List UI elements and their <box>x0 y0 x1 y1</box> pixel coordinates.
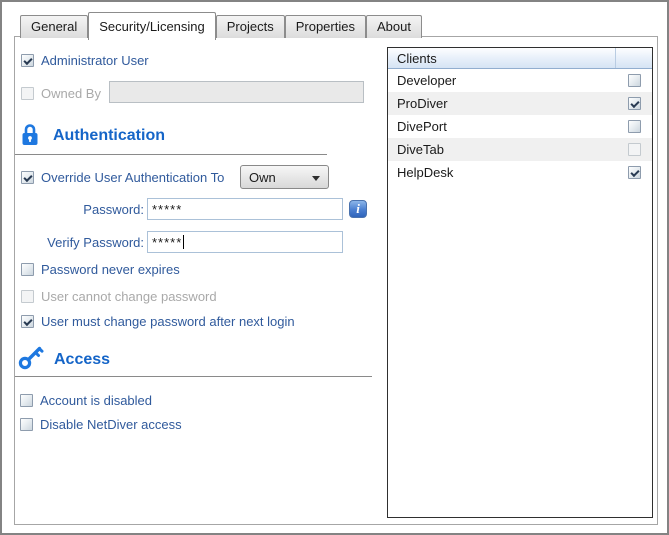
account-disabled-checkbox[interactable] <box>20 394 33 407</box>
client-name: DiveTab <box>388 142 616 157</box>
verify-password-value: ***** <box>152 235 182 250</box>
client-row-developer[interactable]: Developer <box>388 69 652 92</box>
client-name: ProDiver <box>388 96 616 111</box>
override-auth-row[interactable]: Override User Authentication To <box>21 170 224 185</box>
tab-projects[interactable]: Projects <box>216 15 285 38</box>
info-icon[interactable]: i <box>349 200 367 218</box>
tab-security-licensing[interactable]: Security/Licensing <box>88 12 216 40</box>
client-row-divetab[interactable]: DiveTab <box>388 138 652 161</box>
tab-general[interactable]: General <box>20 15 88 38</box>
must-change-password-checkbox[interactable] <box>21 315 34 328</box>
owned-by-input[interactable] <box>109 81 364 103</box>
client-name: DivePort <box>388 119 616 134</box>
tab-bar: General Security/Licensing Projects Prop… <box>20 12 422 38</box>
administrator-user-label: Administrator User <box>41 53 149 68</box>
account-disabled-row[interactable]: Account is disabled <box>20 393 152 408</box>
password-never-expires-checkbox[interactable] <box>21 263 34 276</box>
clients-panel: Clients Developer ProDiver DivePort Dive… <box>387 47 653 518</box>
password-never-expires-row[interactable]: Password never expires <box>21 262 180 277</box>
client-checkbox-divetab[interactable] <box>628 143 641 156</box>
auth-type-dropdown[interactable]: Own <box>240 165 329 189</box>
disable-netdiver-row[interactable]: Disable NetDiver access <box>20 417 182 432</box>
password-label: Password: <box>32 202 144 217</box>
must-change-password-row[interactable]: User must change password after next log… <box>21 314 295 329</box>
chevron-down-icon <box>312 176 320 181</box>
verify-password-input[interactable]: ***** <box>147 231 343 253</box>
verify-password-label: Verify Password: <box>32 235 144 250</box>
text-caret <box>183 235 184 249</box>
tab-about[interactable]: About <box>366 15 422 38</box>
auth-type-selected-value: Own <box>249 170 276 185</box>
client-checkbox-helpdesk[interactable] <box>628 166 641 179</box>
user-cannot-change-row[interactable]: User cannot change password <box>21 289 217 304</box>
disable-netdiver-checkbox[interactable] <box>20 418 33 431</box>
lock-icon <box>21 123 39 149</box>
must-change-password-label: User must change password after next log… <box>41 314 295 329</box>
clients-header-label: Clients <box>388 51 615 66</box>
client-row-helpdesk[interactable]: HelpDesk <box>388 161 652 184</box>
override-auth-checkbox[interactable] <box>21 171 34 184</box>
administrator-user-checkbox[interactable] <box>21 54 34 67</box>
password-never-expires-label: Password never expires <box>41 262 180 277</box>
tab-properties[interactable]: Properties <box>285 15 366 38</box>
client-name: Developer <box>388 73 616 88</box>
settings-dialog: General Security/Licensing Projects Prop… <box>0 0 669 535</box>
authentication-title: Authentication <box>53 127 165 145</box>
administrator-user-row[interactable]: Administrator User <box>21 53 149 68</box>
disable-netdiver-label: Disable NetDiver access <box>40 417 182 432</box>
client-checkbox-diveport[interactable] <box>628 120 641 133</box>
client-row-prodiver[interactable]: ProDiver <box>388 92 652 115</box>
authentication-separator <box>15 154 327 155</box>
user-cannot-change-label: User cannot change password <box>41 289 217 304</box>
authentication-section-heading: Authentication <box>21 123 165 149</box>
password-input[interactable]: ***** <box>147 198 343 220</box>
override-auth-label: Override User Authentication To <box>41 170 224 185</box>
client-checkbox-prodiver[interactable] <box>628 97 641 110</box>
key-icon <box>18 346 44 373</box>
owned-by-label: Owned By <box>41 86 101 101</box>
clients-header[interactable]: Clients <box>388 48 652 69</box>
access-separator <box>15 376 372 377</box>
clients-header-checkbox-column <box>616 48 652 68</box>
access-section-heading: Access <box>18 346 110 373</box>
user-cannot-change-checkbox[interactable] <box>21 290 34 303</box>
client-row-diveport[interactable]: DivePort <box>388 115 652 138</box>
owned-by-row[interactable]: Owned By <box>21 86 101 101</box>
client-checkbox-developer[interactable] <box>628 74 641 87</box>
access-title: Access <box>54 351 110 369</box>
account-disabled-label: Account is disabled <box>40 393 152 408</box>
client-name: HelpDesk <box>388 165 616 180</box>
owned-by-checkbox[interactable] <box>21 87 34 100</box>
